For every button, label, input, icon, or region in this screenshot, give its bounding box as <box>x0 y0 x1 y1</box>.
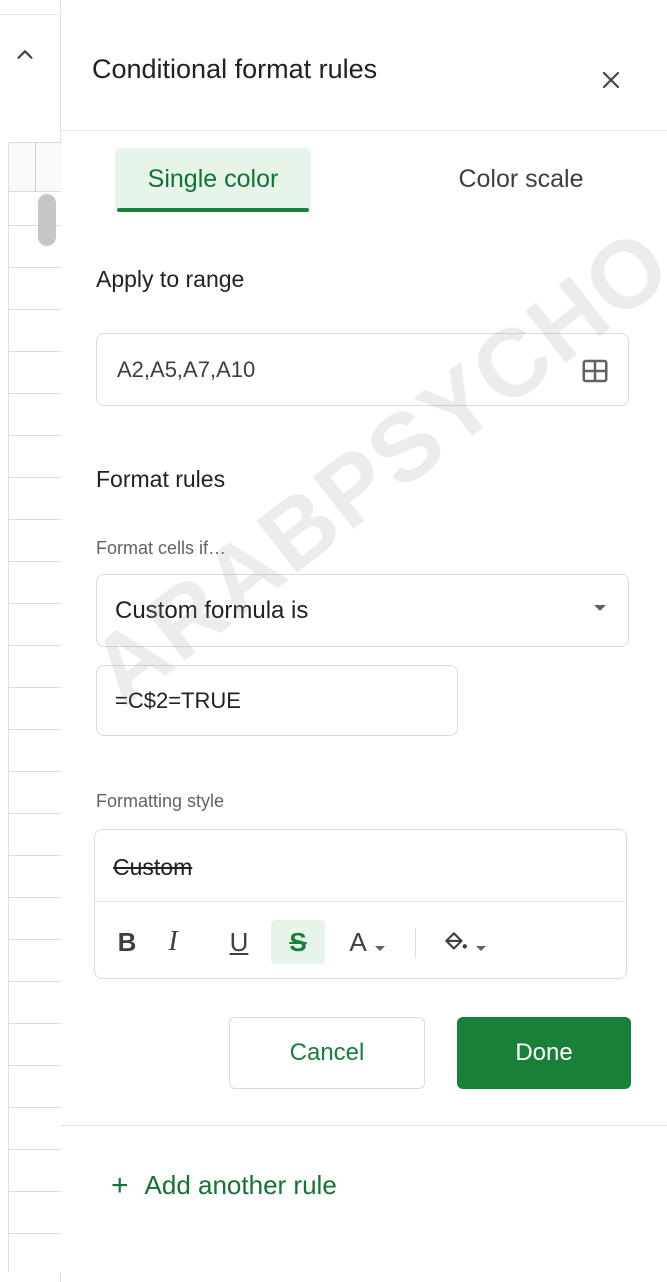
underline-button[interactable]: U <box>221 920 257 964</box>
formula-value: =C$2=TRUE <box>115 687 241 713</box>
caret-down-icon <box>374 945 385 951</box>
active-tab-indicator <box>117 208 309 212</box>
add-another-rule-button[interactable]: + Add another rule <box>111 1170 337 1201</box>
collapse-button[interactable] <box>10 40 40 70</box>
range-input[interactable]: A2,A5,A7,A10 <box>96 333 629 406</box>
caret-down-icon <box>594 605 606 611</box>
toolbar-separator <box>415 928 416 958</box>
tab-label: Single color <box>147 164 279 193</box>
spreadsheet-strip <box>0 0 61 1282</box>
apply-range-label: Apply to range <box>96 266 245 292</box>
close-icon <box>602 71 620 89</box>
format-rules-label: Format rules <box>96 466 226 492</box>
divider <box>61 130 667 131</box>
add-rule-label: Add another rule <box>144 1170 337 1200</box>
condition-value: Custom formula is <box>115 596 309 624</box>
range-value: A2,A5,A7,A10 <box>117 356 256 382</box>
fill-color-button[interactable] <box>429 920 499 964</box>
text-color-button[interactable]: A <box>337 920 397 964</box>
condition-label: Format cells if… <box>96 538 227 558</box>
chevron-up-icon <box>17 50 33 59</box>
column-divider <box>35 142 36 192</box>
sheet-grid <box>8 142 61 1272</box>
panel-title: Conditional format rules <box>92 54 378 84</box>
formula-input[interactable]: =C$2=TRUE <box>96 665 458 736</box>
strikethrough-button[interactable]: S <box>271 920 325 964</box>
formatting-style-box: Custom B I U S A <box>94 829 627 979</box>
close-button[interactable] <box>589 58 633 102</box>
grid-select-icon[interactable] <box>580 356 610 386</box>
tab-single-color[interactable]: Single color <box>115 148 311 212</box>
cancel-button[interactable]: Cancel <box>229 1017 425 1089</box>
divider <box>61 1125 667 1126</box>
condition-select[interactable]: Custom formula is <box>96 574 629 647</box>
divider <box>0 14 60 15</box>
divider <box>95 901 626 902</box>
plus-icon: + <box>111 1168 129 1202</box>
italic-button[interactable]: I <box>155 920 191 964</box>
caret-down-icon <box>476 945 486 951</box>
scrollbar-thumb[interactable] <box>38 194 56 246</box>
style-preview[interactable]: Custom <box>113 854 192 881</box>
tab-label: Color scale <box>458 164 584 193</box>
paint-bucket-icon <box>445 932 467 950</box>
done-button[interactable]: Done <box>457 1017 631 1089</box>
formatting-style-label: Formatting style <box>96 791 225 811</box>
tab-color-scale[interactable]: Color scale <box>421 148 621 210</box>
conditional-format-panel: Conditional format rules Single color Co… <box>61 14 667 1282</box>
text-color-icon: A <box>349 926 367 957</box>
bold-button[interactable]: B <box>109 920 145 964</box>
